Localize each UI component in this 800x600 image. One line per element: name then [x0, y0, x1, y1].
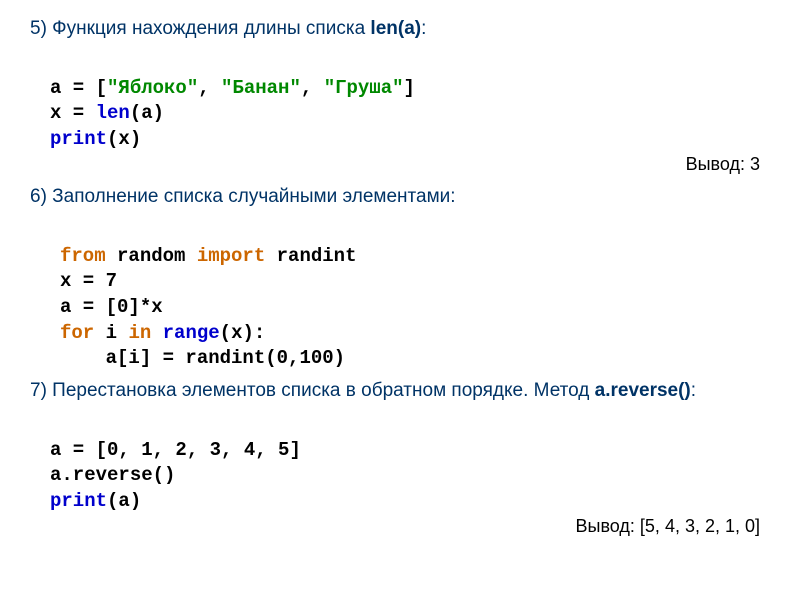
heading-text: 6) Заполнение списка случайными элемента… — [30, 186, 456, 207]
heading-suffix: : — [421, 18, 426, 39]
code-text: a = [0]*x — [60, 296, 163, 318]
code-block-6: from random import randint x = 7 a = [0]… — [60, 218, 770, 372]
heading-func: a.reverse() — [595, 380, 691, 401]
heading-suffix: : — [691, 380, 696, 401]
output-7: Вывод: [5, 4, 3, 2, 1, 0] — [576, 514, 761, 538]
code-text: i — [94, 322, 128, 344]
keyword-len: len — [96, 102, 130, 124]
code-text: (a) — [130, 102, 164, 124]
keyword-import: import — [197, 245, 265, 267]
section-7-heading: 7) Перестановка элементов списка в обрат… — [30, 380, 770, 402]
string-literal: "Яблоко" — [107, 77, 198, 99]
code-text: , — [301, 77, 324, 99]
keyword-from: from — [60, 245, 106, 267]
code-block-7: a = [0, 1, 2, 3, 4, 5] a.reverse() print… — [50, 412, 770, 540]
heading-text: 7) Перестановка элементов списка в обрат… — [30, 380, 595, 401]
code-text: ] — [404, 77, 415, 99]
code-text: a[i] = randint(0,100) — [60, 347, 345, 369]
code-text: , — [198, 77, 221, 99]
keyword-range: range — [163, 322, 220, 344]
keyword-in: in — [128, 322, 151, 344]
section-6-heading: 6) Заполнение списка случайными элемента… — [30, 186, 770, 208]
code-text: (a) — [107, 490, 141, 512]
code-text: a = [0, 1, 2, 3, 4, 5] — [50, 439, 301, 461]
code-text: randint — [265, 245, 356, 267]
heading-func: len(a) — [370, 18, 421, 39]
keyword-for: for — [60, 322, 94, 344]
code-text — [151, 322, 162, 344]
section-5-heading: 5) Функция нахождения длины списка len(a… — [30, 18, 770, 40]
heading-text: 5) Функция нахождения длины списка — [30, 18, 370, 39]
code-text: a.reverse() — [50, 464, 175, 486]
string-literal: "Банан" — [221, 77, 301, 99]
code-text: (x): — [220, 322, 266, 344]
string-literal: "Груша" — [324, 77, 404, 99]
code-text: random — [106, 245, 197, 267]
code-text: a = [ — [50, 77, 107, 99]
output-5: Вывод: 3 — [686, 152, 760, 176]
code-text: x = — [50, 102, 96, 124]
code-text: x = 7 — [60, 270, 117, 292]
keyword-print: print — [50, 128, 107, 150]
code-text: (x) — [107, 128, 141, 150]
keyword-print: print — [50, 490, 107, 512]
code-block-5: a = ["Яблоко", "Банан", "Груша"] x = len… — [50, 50, 770, 178]
